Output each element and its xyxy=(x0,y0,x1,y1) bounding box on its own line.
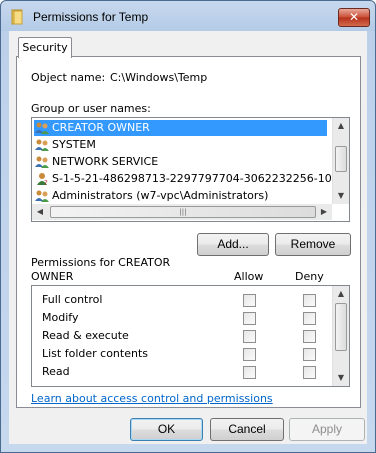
permission-row: Read & execute xyxy=(42,329,129,342)
list-item[interactable]: Administrators (w7-vpc\Administrators) xyxy=(34,188,327,204)
object-name-value: C:\Windows\Temp xyxy=(110,71,208,84)
permissions-list[interactable]: Full control Modify Read & execute List fol… xyxy=(31,285,350,387)
permissions-header-line2: OWNER xyxy=(31,270,74,283)
allow-checkbox[interactable] xyxy=(243,366,256,379)
permission-row: Full control xyxy=(42,293,103,306)
deny-checkbox[interactable] xyxy=(303,348,316,361)
window-title: Permissions for Temp xyxy=(33,10,149,24)
apply-button[interactable]: Apply xyxy=(289,418,365,441)
unknown-user-icon: ? xyxy=(37,173,48,186)
group-list-vscrollbar[interactable]: ▲ ▼ xyxy=(332,118,349,204)
allow-checkbox[interactable] xyxy=(243,348,256,361)
scroll-left-icon[interactable]: ◀ xyxy=(32,204,48,220)
group-list-hscrollbar[interactable]: ◀ ||| ▶ xyxy=(32,204,332,220)
scroll-down-icon[interactable]: ▼ xyxy=(333,188,349,204)
group-users-icon xyxy=(35,156,49,168)
group-users-icon xyxy=(35,190,49,202)
close-button[interactable]: ✕ xyxy=(338,8,370,27)
scroll-thumb[interactable] xyxy=(335,303,347,351)
list-item[interactable]: SYSTEM xyxy=(34,137,327,153)
deny-checkbox[interactable] xyxy=(303,330,316,343)
list-item-label: NETWORK SERVICE xyxy=(52,155,159,168)
deny-column-header: Deny xyxy=(295,270,324,283)
permissions-header-line1: Permissions for CREATOR xyxy=(31,256,171,269)
hscroll-thumb[interactable]: ||| xyxy=(50,206,316,218)
cancel-button[interactable]: Cancel xyxy=(210,418,284,441)
permission-row: Read xyxy=(42,365,70,378)
svg-text:?: ? xyxy=(44,179,48,186)
scroll-down-icon[interactable]: ▼ xyxy=(333,370,349,386)
help-link[interactable]: Learn about access control and permissio… xyxy=(31,392,273,405)
permissions-dialog: Permissions for Temp ✕ Security Object n… xyxy=(0,0,376,453)
group-user-list[interactable]: CREATOR OWNER SYSTEM NETWORK SERVICE? S-1-5… xyxy=(31,117,350,222)
allow-checkbox[interactable] xyxy=(243,312,256,325)
add-button[interactable]: Add... xyxy=(197,233,269,256)
remove-button[interactable]: Remove xyxy=(275,233,351,256)
list-item[interactable]: ? S-1-5-21-486298713-2297797704-306223225… xyxy=(34,171,346,187)
allow-checkbox[interactable] xyxy=(243,330,256,343)
scroll-thumb[interactable] xyxy=(335,146,347,172)
title-bar[interactable]: Permissions for Temp ✕ xyxy=(1,1,375,33)
folder-icon xyxy=(11,9,23,25)
permissions-vscrollbar[interactable]: ▲ ▼ xyxy=(332,286,349,386)
group-users-icon xyxy=(35,122,49,134)
deny-checkbox[interactable] xyxy=(303,294,316,307)
allow-column-header: Allow xyxy=(234,270,264,283)
list-item[interactable]: NETWORK SERVICE xyxy=(34,154,327,170)
allow-checkbox[interactable] xyxy=(243,294,256,307)
group-users-icon xyxy=(35,139,49,151)
list-item[interactable]: CREATOR OWNER xyxy=(34,120,327,136)
list-item-label: S-1-5-21-486298713-2297797704-3062232256… xyxy=(52,172,346,185)
permission-row: List folder contents xyxy=(42,347,148,360)
ok-button[interactable]: OK xyxy=(130,418,203,441)
list-item-label: CREATOR OWNER xyxy=(52,121,150,134)
list-item-label: Administrators (w7-vpc\Administrators) xyxy=(52,189,269,202)
dialog-client-area: Security Object name: C:\Windows\Temp Gr… xyxy=(9,31,367,444)
deny-checkbox[interactable] xyxy=(303,312,316,325)
object-name-label: Object name: xyxy=(31,71,106,84)
scroll-up-icon[interactable]: ▲ xyxy=(333,286,349,302)
group-list-label: Group or user names: xyxy=(31,102,151,115)
deny-checkbox[interactable] xyxy=(303,366,316,379)
scroll-up-icon[interactable]: ▲ xyxy=(333,118,349,134)
permission-row: Modify xyxy=(42,311,79,324)
tab-security[interactable]: Security xyxy=(18,37,72,58)
scroll-right-icon[interactable]: ▶ xyxy=(316,204,332,220)
list-item-label: SYSTEM xyxy=(52,138,96,151)
security-tab-panel: Object name: C:\Windows\Temp Group or us… xyxy=(16,56,361,408)
